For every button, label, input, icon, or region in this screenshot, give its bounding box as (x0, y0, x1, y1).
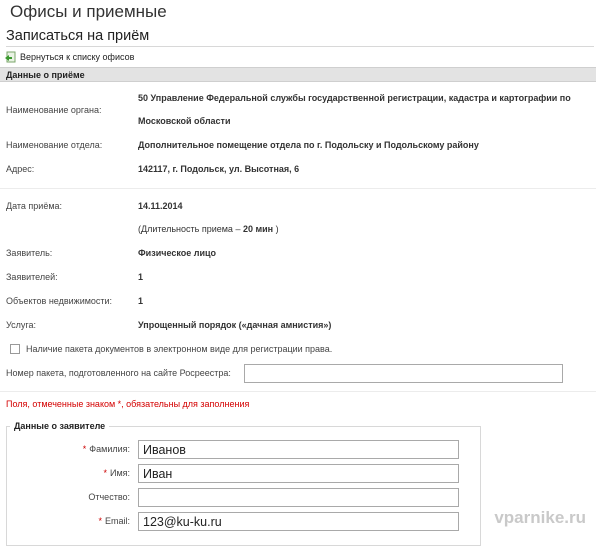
electronic-package-checkbox[interactable] (10, 344, 20, 354)
back-link-label: Вернуться к списку офисов (20, 52, 135, 62)
page-title: Офисы и приемные (10, 2, 167, 21)
patronymic-input[interactable] (138, 488, 459, 507)
email-input[interactable]: 123@ku-ku.ru (138, 512, 459, 531)
applicant-type-value: Физическое лицо (138, 248, 217, 258)
name-input[interactable]: Иван (138, 464, 459, 483)
address-label: Адрес: (6, 164, 35, 174)
divider (0, 188, 596, 189)
package-number-label: Номер пакета, подготовленного на сайте Р… (6, 368, 231, 378)
required-mark: * (103, 468, 107, 478)
duration-dash: – (235, 224, 241, 234)
duration-info: (Длительность приема – 20 мин ) (138, 224, 279, 234)
surname-label: * Фамилия: (82, 444, 130, 454)
required-fields-note: Поля, отмеченные знаком *, обязательны д… (6, 399, 250, 409)
name-label: * Имя: (103, 468, 130, 478)
applicants-count-value: 1 (138, 272, 144, 282)
section-heading: Записаться на приём (6, 28, 150, 44)
back-arrow-icon (4, 51, 16, 63)
section-bar-title: Данные о приёме (6, 70, 85, 80)
divider (0, 391, 596, 392)
title-divider (6, 46, 594, 47)
organ-label: Наименование органа: (6, 105, 102, 115)
required-mark: * (98, 516, 102, 526)
organ-value-line1: 50 Управление Федеральной службы государ… (138, 93, 571, 103)
objects-value: 1 (138, 296, 144, 306)
duration-suffix: ) (275, 224, 279, 234)
organ-value-line2: Московской области (138, 116, 231, 126)
surname-input[interactable]: Иванов (138, 440, 459, 459)
applicants-count-label: Заявителей: (6, 272, 58, 282)
duration-value: 20 мин (242, 224, 274, 234)
patronymic-label: Отчество: (88, 492, 130, 502)
applicant-type-label: Заявитель: (6, 248, 53, 258)
department-label: Наименование отдела: (6, 140, 103, 150)
service-label: Услуга: (6, 320, 36, 330)
date-label: Дата приёма: (6, 201, 63, 211)
package-number-input[interactable] (244, 364, 563, 383)
objects-label: Объектов недвижимости: (6, 296, 113, 306)
department-value: Дополнительное помещение отдела по г. По… (138, 140, 479, 150)
watermark: vparnike.ru (494, 508, 586, 527)
electronic-package-label: Наличие пакета документов в электронном … (26, 344, 333, 354)
address-value: 142117, г. Подольск, ул. Высотная, 6 (138, 164, 300, 174)
date-value: 14.11.2014 (138, 201, 183, 211)
email-label: * Email: (98, 516, 130, 526)
required-mark: * (82, 444, 87, 454)
applicant-legend: Данные о заявителе (10, 421, 110, 431)
duration-prefix: (Длительность приема (138, 224, 233, 234)
back-to-offices-link[interactable]: Вернуться к списку офисов (4, 50, 134, 64)
section-bar: Данные о приёме (0, 67, 596, 82)
service-value: Упрощенный порядок («дачная амнистия») (138, 320, 332, 330)
